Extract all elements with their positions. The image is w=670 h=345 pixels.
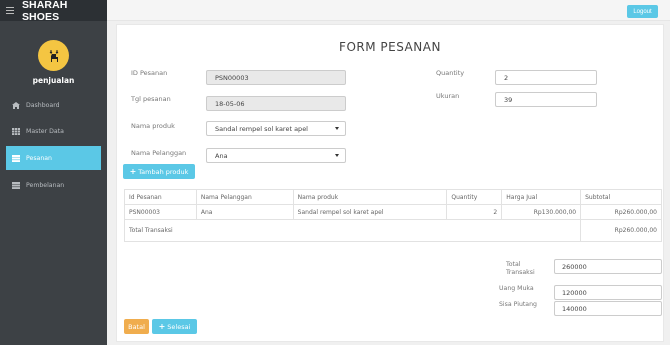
table-cell: Sandal rempel sol karet apel: [292, 204, 448, 220]
nav-item-pembelanan[interactable]: Pembelanan: [0, 173, 107, 197]
nav-label: Pembelanan: [26, 181, 65, 189]
total-transaksi-input[interactable]: 260000: [554, 259, 662, 274]
order-table: Id Pesanan Nama Pelanggan Nama produk Qu…: [123, 189, 662, 242]
nav-label: Pesanan: [26, 154, 52, 162]
nama-produk-label: Nama produk: [131, 122, 175, 130]
sisa-piutang-input[interactable]: 140000: [554, 301, 662, 316]
table-row: PSN00003 Ana Sandal rempel sol karet ape…: [124, 204, 662, 220]
batal-button[interactable]: Batal: [124, 319, 149, 334]
table-header: Quantity: [446, 189, 503, 205]
tambah-produk-button[interactable]: + Tambah produk: [123, 164, 195, 179]
nama-produk-value: Sandal rempel sol karet apel: [215, 124, 308, 133]
id-pesanan-label: ID Pesanan: [131, 69, 168, 77]
table-header: Nama produk: [292, 189, 448, 205]
tambah-produk-label: Tambah produk: [138, 167, 189, 176]
quantity-input[interactable]: 2: [495, 70, 597, 85]
table-icon: [12, 127, 21, 135]
uang-muka-label: Uang Muka: [499, 285, 534, 292]
nav-label: Master Data: [26, 127, 64, 135]
form-panel: FORM PESANAN ID Pesanan PSN00003 Tgl pes…: [116, 24, 664, 342]
table-header: Subtotal: [580, 189, 662, 205]
avatar: [38, 40, 69, 71]
total-transaksi-value: Rp260.000,00: [580, 219, 662, 242]
selesai-label: Selesai: [167, 322, 191, 331]
id-pesanan-input[interactable]: PSN00003: [206, 70, 346, 85]
tgl-pesanan-label: Tgl pesanan: [131, 95, 171, 103]
table-cell: Rp260.000,00: [580, 204, 662, 220]
total-transaksi-label: Total Transaksi: [123, 219, 582, 242]
ukuran-label: Ukuran: [436, 92, 460, 100]
nav-item-pesanan[interactable]: Pesanan: [6, 146, 101, 170]
caret-down-icon: [335, 154, 339, 157]
uang-muka-input[interactable]: 120000: [554, 285, 662, 300]
nav-item-master-data[interactable]: Master Data: [0, 119, 107, 143]
nama-pelanggan-select[interactable]: Ana: [206, 148, 346, 163]
table-cell: Ana: [195, 204, 294, 220]
logout-button[interactable]: Logout: [627, 5, 658, 18]
table-header: Nama Pelanggan: [195, 189, 294, 205]
plus-icon: +: [129, 167, 137, 176]
tgl-pesanan-input[interactable]: 18-05-06: [206, 96, 346, 111]
nama-pelanggan-value: Ana: [215, 151, 228, 160]
table-cell: PSN00003: [124, 204, 197, 220]
username: penjualan: [32, 76, 75, 85]
table-cell: 2: [446, 204, 503, 220]
sidebar: SHARAH SHOES penjualan Dashboard Master …: [0, 0, 107, 345]
brand-bar: SHARAH SHOES: [0, 0, 107, 23]
selesai-button[interactable]: + Selesai: [152, 319, 197, 334]
summary-total-label: Total Transaksi: [506, 261, 535, 276]
nav-label: Dashboard: [26, 101, 60, 109]
brand-name: SHARAH SHOES: [21, 0, 68, 23]
top-bar: Logout: [107, 0, 670, 21]
plus-icon: +: [158, 322, 166, 331]
nav-item-dashboard[interactable]: Dashboard: [0, 93, 107, 117]
menu-icon[interactable]: [6, 5, 14, 16]
list-icon: [12, 181, 21, 189]
dashboard-icon: [12, 101, 21, 109]
ukuran-input[interactable]: 39: [495, 92, 597, 107]
quantity-label: Quantity: [436, 69, 465, 77]
table-header: Harga Jual: [501, 189, 582, 205]
table-cell: Rp130.000,00: [501, 204, 582, 220]
table-total-row: Total Transaksi Rp260.000,00: [123, 219, 662, 242]
page-title: FORM PESANAN: [339, 40, 441, 54]
sisa-piutang-label: Sisa Piutang: [499, 301, 537, 308]
table-header-row: Id Pesanan Nama Pelanggan Nama produk Qu…: [124, 189, 662, 205]
nama-produk-select[interactable]: Sandal rempel sol karet apel: [206, 121, 346, 136]
list-icon: [12, 154, 21, 162]
caret-down-icon: [335, 127, 339, 130]
table-header: Id Pesanan: [124, 189, 197, 205]
deer-icon: [49, 49, 58, 62]
nama-pelanggan-label: Nama Pelanggan: [131, 149, 187, 157]
